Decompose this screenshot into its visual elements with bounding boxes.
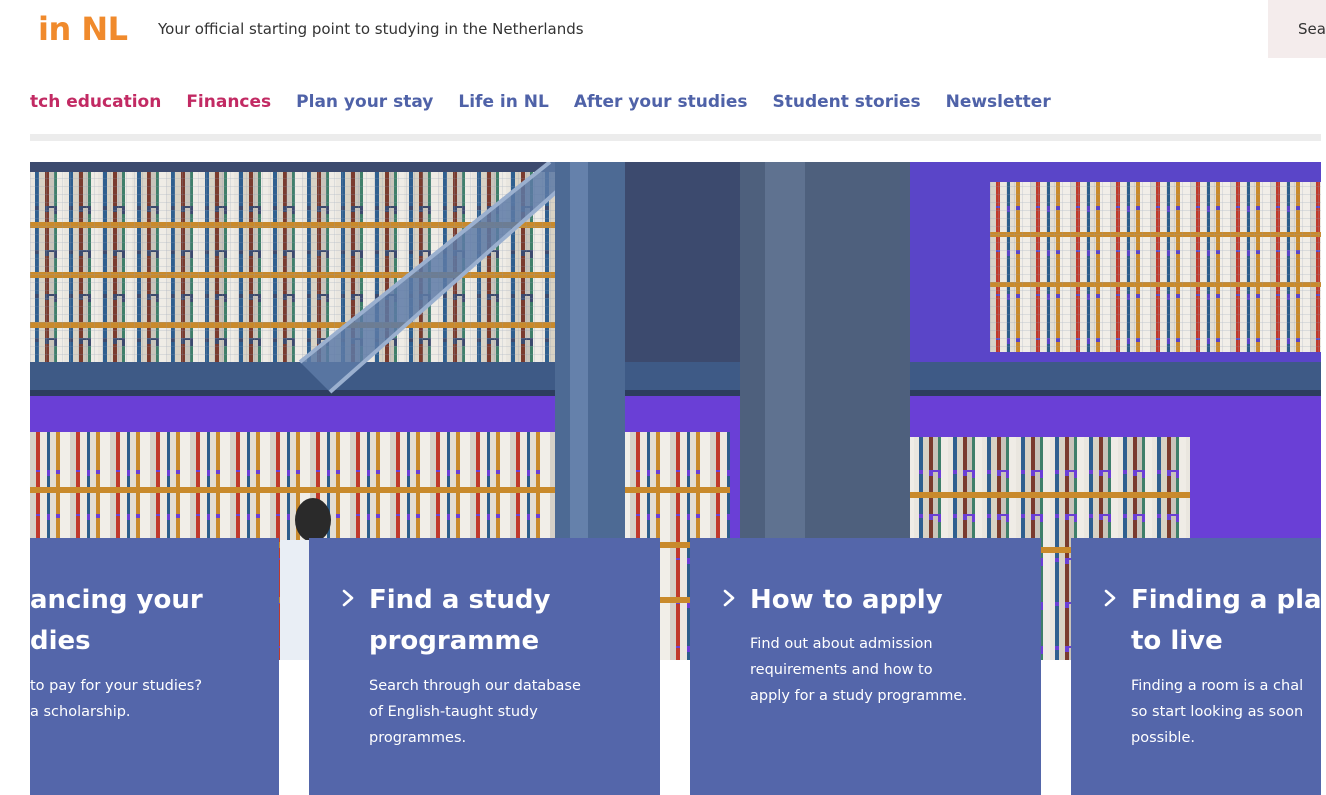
search-button[interactable]: Search	[1268, 0, 1326, 58]
card-financing-your-studies[interactable]: ancing your dies to pay for your studies…	[30, 538, 279, 795]
site-tagline: Your official starting point to studying…	[158, 20, 584, 38]
card-description: to pay for your studies? a scholarship.	[30, 678, 203, 720]
nav-item-plan-your-stay[interactable]: Plan your stay	[296, 92, 433, 118]
nav-item-dutch-education[interactable]: tch education	[30, 92, 161, 118]
nav-item-finances[interactable]: Finances	[186, 92, 271, 118]
chevron-right-icon	[342, 589, 354, 607]
nav-item-life-in-nl[interactable]: Life in NL	[458, 92, 548, 118]
nav-item-newsletter[interactable]: Newsletter	[946, 92, 1051, 118]
site-logo[interactable]: in NL	[38, 10, 128, 48]
card-find-a-study-programme[interactable]: Find a study programme Search through ou…	[309, 538, 660, 795]
chevron-right-icon	[723, 589, 735, 607]
card-description: Search through our database of English-t…	[369, 678, 581, 746]
main-navigation: tch education Finances Plan your stay Li…	[30, 92, 1076, 118]
card-title: Find a study programme	[369, 585, 551, 656]
nav-item-student-stories[interactable]: Student stories	[772, 92, 920, 118]
card-how-to-apply[interactable]: How to apply Find out about admission re…	[690, 538, 1041, 795]
chevron-right-icon	[1104, 589, 1116, 607]
card-title: ancing your dies	[30, 585, 203, 656]
card-finding-a-place-to-live[interactable]: Finding a plac to live Finding a room is…	[1071, 538, 1321, 795]
card-description: Finding a room is a chal so start lookin…	[1131, 678, 1304, 746]
card-title: Finding a plac to live	[1131, 585, 1321, 656]
card-title: How to apply	[750, 585, 943, 615]
card-description: Find out about admission requirements an…	[750, 636, 967, 704]
nav-item-after-your-studies[interactable]: After your studies	[574, 92, 748, 118]
nav-divider	[30, 134, 1321, 141]
